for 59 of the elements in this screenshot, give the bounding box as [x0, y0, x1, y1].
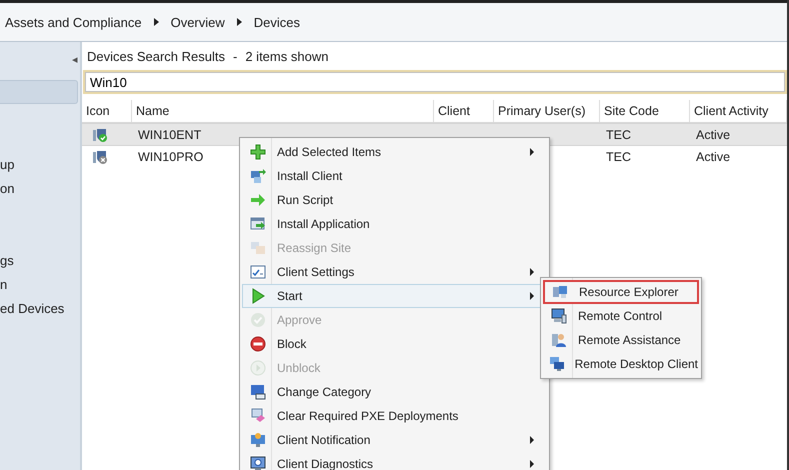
table-cell: TEC [606, 150, 631, 164]
collapse-button[interactable]: ◂ [72, 52, 78, 66]
sidebar-item[interactable]: gs [0, 252, 14, 268]
submenu-arrow-icon [530, 436, 534, 444]
monitor-icon [551, 308, 567, 324]
play-icon [250, 288, 266, 304]
results-title: Devices Search Results [87, 48, 225, 64]
menu-item[interactable]: Add Selected Items [242, 140, 547, 164]
submenu-arrow-icon [530, 148, 534, 156]
sidebar-item[interactable] [0, 80, 78, 104]
menu-item[interactable]: Run Script [242, 188, 547, 212]
breadcrumb-arrow-icon [236, 18, 242, 26]
computer-check-icon [92, 126, 108, 142]
separator-text: - [233, 48, 238, 64]
submenu-arrow-icon [530, 292, 534, 300]
monitor-person-icon [250, 432, 266, 448]
breadcrumb-item[interactable]: Assets and Compliance [5, 14, 142, 30]
table-cell: Active [696, 150, 730, 164]
monitors-icon [549, 356, 566, 372]
monitor-icon [250, 384, 266, 400]
computer-panel-icon [552, 284, 568, 300]
column-header[interactable]: Site Code [600, 100, 690, 122]
menu-item[interactable]: Install Client [242, 164, 547, 188]
stop-icon [250, 336, 266, 352]
table-cell: WIN10PRO [138, 150, 204, 164]
column-header[interactable]: Icon [82, 100, 132, 122]
computer-arrow-icon [250, 168, 266, 184]
person-computer-icon [551, 332, 567, 348]
menu-item[interactable]: Change Category [242, 380, 547, 404]
search-field[interactable]: Win10 [83, 70, 787, 94]
check-circle-icon [250, 312, 266, 328]
breadcrumb-item[interactable]: Overview [170, 14, 225, 30]
table-cell: Active [696, 128, 730, 142]
submenu-arrow-icon [530, 460, 534, 468]
menu-item[interactable]: Install Application [242, 212, 547, 236]
menu-item[interactable]: Client Notification [242, 428, 547, 452]
column-header[interactable]: Client Activity [690, 100, 787, 122]
breadcrumb-arrow-icon [154, 18, 159, 26]
table-cell: TEC [606, 128, 631, 142]
submenu-arrow-icon [530, 268, 534, 276]
play-circle-icon [250, 360, 266, 376]
column-header[interactable]: Primary User(s) [494, 100, 600, 122]
checklist-icon [250, 264, 266, 280]
sidebar-item[interactable]: n [0, 276, 8, 292]
results-count: 2 items shown [245, 48, 328, 64]
sidebar-item[interactable]: ed Devices [0, 300, 64, 316]
sidebar-item[interactable]: on [0, 180, 14, 196]
breadcrumb-item[interactable]: Devices [254, 14, 300, 30]
column-header[interactable]: Client [434, 100, 494, 122]
menu-item[interactable]: Resource Explorer [543, 280, 699, 304]
plus-icon [250, 144, 266, 160]
computer-x-icon [92, 149, 108, 165]
sidebar-item[interactable]: up [0, 156, 14, 172]
menu-item[interactable]: Clear Required PXE Deployments [242, 404, 547, 428]
computers-icon [250, 240, 266, 256]
computer-eraser-icon [250, 408, 266, 424]
table-cell: WIN10ENT [138, 128, 202, 142]
column-header[interactable]: Name [132, 100, 434, 122]
arrow-icon [250, 192, 266, 208]
